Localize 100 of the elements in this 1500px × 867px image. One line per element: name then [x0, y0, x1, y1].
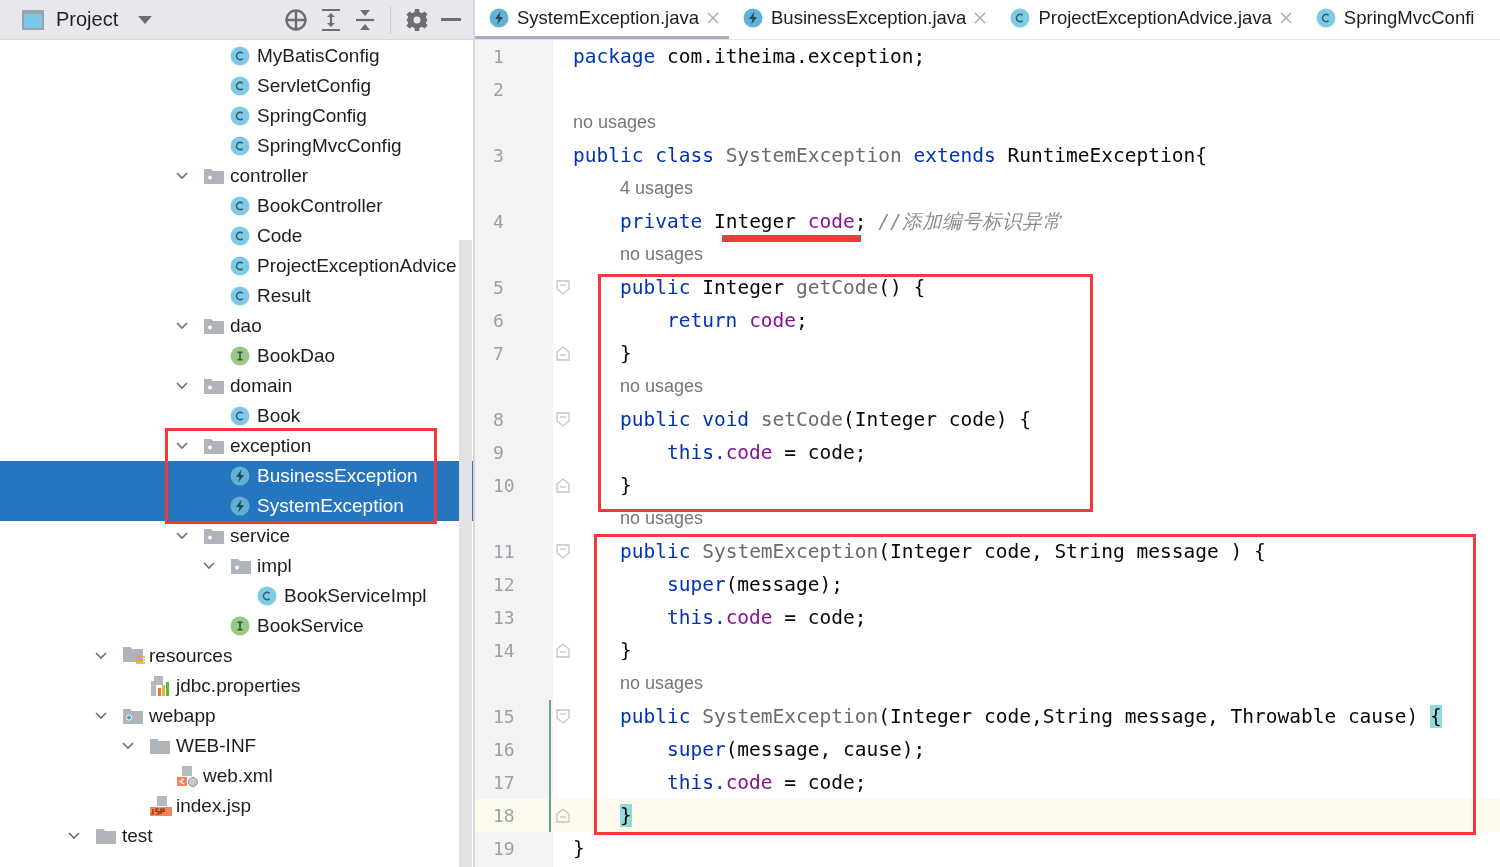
usage-hint[interactable]: 4 usages: [619, 178, 694, 199]
package-folder-icon: [203, 437, 225, 455]
class-icon: [230, 226, 250, 246]
line-number: 17: [493, 772, 515, 793]
tree-item[interactable]: index.jsp: [176, 795, 251, 817]
minimize-icon[interactable]: [441, 17, 461, 22]
line-number: 1: [493, 46, 504, 67]
tree-item[interactable]: webapp: [149, 705, 216, 727]
package-folder-icon: [203, 377, 225, 395]
line-number: 14: [493, 640, 515, 661]
tree-item[interactable]: SpringMvcConfig: [257, 135, 402, 157]
tree-item[interactable]: Book: [257, 405, 301, 427]
usage-hint[interactable]: no usages: [619, 673, 704, 694]
code-line: this.code = code;: [665, 606, 867, 629]
class-icon: [230, 196, 250, 216]
settings-icon[interactable]: [405, 7, 429, 32]
tree-item[interactable]: controller: [230, 165, 309, 187]
tree-item[interactable]: BookController: [257, 195, 383, 217]
package-folder-icon: [203, 527, 225, 545]
fold-marker-icon[interactable]: [556, 709, 570, 724]
usage-hint[interactable]: no usages: [619, 376, 704, 397]
fold-marker-icon[interactable]: [556, 280, 570, 295]
crosshair-icon[interactable]: [284, 7, 308, 32]
tree-item[interactable]: web.xml: [203, 765, 273, 787]
line-number: 8: [493, 409, 504, 430]
tree-item[interactable]: Code: [257, 225, 303, 247]
class-icon: [230, 46, 250, 66]
class-icon: [230, 406, 250, 426]
line-number: 13: [493, 607, 515, 628]
class-icon: [1315, 8, 1336, 28]
lightning-icon: [743, 8, 763, 28]
fold-marker-icon[interactable]: [556, 346, 570, 361]
class-icon: [230, 106, 250, 126]
folder-icon: [149, 737, 171, 755]
line-number: 10: [493, 475, 515, 496]
scrollbar[interactable]: [459, 240, 472, 867]
code-line: super(message, cause);: [665, 738, 926, 761]
line-number: 5: [493, 277, 504, 298]
class-icon: [1010, 8, 1031, 28]
jsp-file-icon: [149, 795, 173, 817]
properties-file-icon: [149, 675, 171, 697]
fold-marker-icon[interactable]: [556, 808, 570, 823]
dropdown-icon[interactable]: [138, 14, 153, 25]
fold-marker-icon[interactable]: [556, 544, 570, 559]
tree-item[interactable]: domain: [230, 375, 293, 397]
tree-item[interactable]: exception: [230, 435, 312, 457]
interface-icon: [230, 616, 250, 636]
code-line: this.code = code;: [665, 441, 867, 464]
close-icon[interactable]: [707, 12, 719, 24]
code-line: package com.itheima.exception;: [573, 45, 926, 68]
code-line: public Integer getCode() {: [618, 276, 926, 299]
web-folder-icon: [122, 707, 144, 725]
editor-tab[interactable]: ProjectExceptionAdvice.java: [996, 0, 1302, 39]
tree-item[interactable]: service: [230, 525, 291, 547]
tree-item[interactable]: WEB-INF: [176, 735, 257, 757]
fold-marker-icon[interactable]: [556, 412, 570, 427]
line-number: 9: [493, 442, 504, 463]
lightning-icon: [230, 496, 250, 516]
class-icon: [257, 586, 277, 606]
usage-hint[interactable]: no usages: [619, 508, 704, 529]
panel-title[interactable]: Project: [56, 8, 119, 31]
tree-item[interactable]: BookDao: [257, 345, 336, 367]
code-line: }: [618, 342, 632, 365]
class-icon: [230, 286, 250, 306]
line-number: 4: [493, 211, 504, 232]
tree-item[interactable]: MyBatisConfig: [257, 45, 380, 67]
fold-marker-icon[interactable]: [556, 643, 570, 658]
line-number: 18: [493, 805, 515, 826]
collapse-all-icon[interactable]: [354, 7, 376, 32]
close-icon[interactable]: [974, 12, 987, 24]
line-number: 15: [493, 706, 515, 727]
tree-item[interactable]: impl: [257, 555, 292, 577]
line-number: 16: [493, 739, 515, 760]
interface-icon: [230, 346, 250, 366]
editor-tab[interactable]: SpringMvcConfi: [1301, 0, 1485, 39]
close-icon[interactable]: [1279, 12, 1292, 24]
line-number: 19: [493, 838, 515, 859]
usage-hint[interactable]: no usages: [573, 112, 657, 133]
expand-all-icon[interactable]: [320, 7, 342, 32]
tree-item[interactable]: ServletConfig: [257, 75, 372, 97]
usage-hint[interactable]: no usages: [619, 244, 704, 265]
tree-item[interactable]: test: [122, 825, 153, 847]
tree-item[interactable]: resources: [149, 645, 233, 667]
code-line: public void setCode(Integer code) {: [618, 408, 1031, 431]
code-line: super(message);: [665, 573, 844, 596]
package-folder-icon: [203, 317, 225, 335]
tree-item[interactable]: BookServiceImpl: [284, 585, 427, 607]
package-folder-icon: [230, 557, 252, 575]
code-line: this.code = code;: [665, 771, 867, 794]
tree-item[interactable]: SpringConfig: [257, 105, 367, 127]
code-line: return code;: [665, 309, 808, 332]
code-editor[interactable]: [475, 40, 1500, 867]
tree-item[interactable]: BookService: [257, 615, 364, 637]
tree-item[interactable]: ProjectExceptionAdvice: [257, 255, 457, 277]
editor-tab[interactable]: BusinessException.java: [729, 0, 997, 39]
tree-item[interactable]: Result: [257, 285, 311, 307]
fold-marker-icon[interactable]: [556, 478, 570, 493]
tree-item[interactable]: dao: [230, 315, 262, 337]
line-number: 2: [493, 79, 504, 100]
tree-item[interactable]: jdbc.properties: [176, 675, 301, 697]
